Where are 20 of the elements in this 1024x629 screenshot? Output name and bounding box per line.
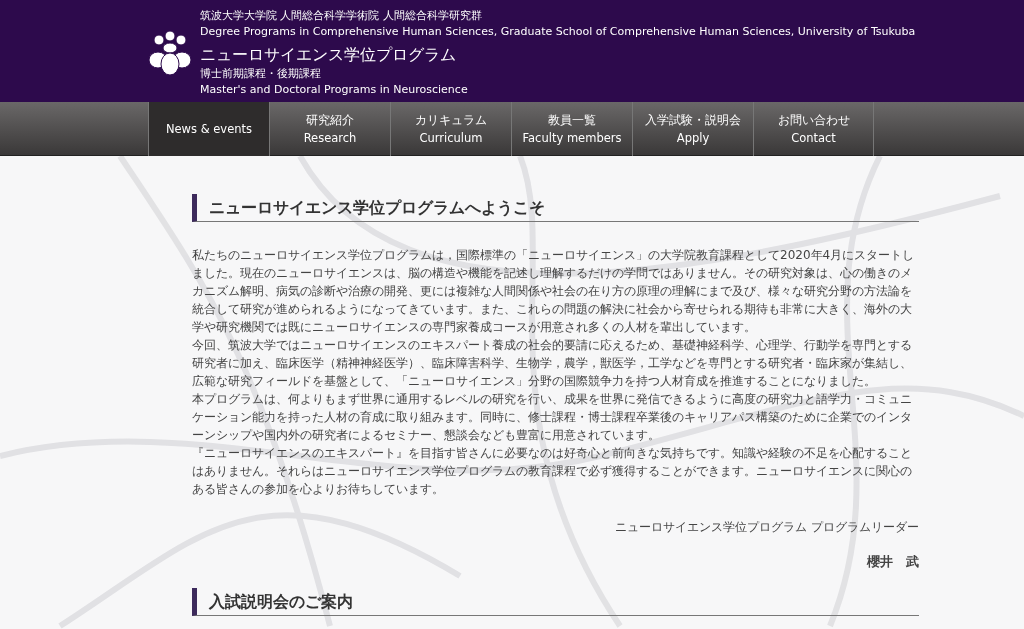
organization-name-english: Degree Programs in Comprehensive Human Sciences, Graduate School of Comprehensive Human Sciences, University of Tsukuba (200, 24, 916, 40)
site-subtitle: 博士前期課程・後期課程 (200, 66, 322, 82)
section-heading: 入試説明会のご案内 (192, 587, 919, 616)
site-subtitle-english: Master's and Doctoral Programs in Neuroscience (200, 82, 469, 98)
site-title: ニューロサイエンス学位プログラム (200, 44, 457, 66)
paragraph: 『ニューロサイエンスのエキスパート』を目指す皆さんに必要なのは好奇心と前向きな気持ちです。知識や経験の不足を心配することはありません。それらはニューロサイエンス学位プログラムの教育課程で必ず獲得することができます。ニューロサイエンスに関心のある皆さんの参加を心よりお待ちしています。 (192, 445, 913, 499)
crest-icon (148, 30, 192, 76)
nav-tab[interactable]: 研究紹介 Research (269, 102, 390, 156)
nav-tab[interactable]: お問い合わせ Contact (753, 102, 874, 156)
nav-tab[interactable]: カリキュラム Curriculum (390, 102, 511, 156)
nav-tab[interactable]: 入学試験・説明会 Apply (632, 102, 753, 156)
nav-tab[interactable]: News & events (148, 102, 269, 156)
paragraph: 今回、筑波大学ではニューロサイエンスのエキスパート養成の社会的要請に応えるため、基礎神経科学、心理学、行動学を専門とする研究者に加え、臨床医学（精神神経医学）、臨床障害科学、生物学，農学，獣医学，工学などを専門とする研究者・臨床家が集結し、広範な研究フィールドを基盤として、「ニューロサイエンス」分野の国際競争力を持つ人材育成を推進することになりました。 (192, 337, 913, 391)
signature-role: ニューロサイエンス学位プログラム プログラムリーダー (614, 519, 919, 537)
section-heading: ニューロサイエンス学位プログラムへようこそ (192, 194, 919, 223)
paragraph: 私たちのニューロサイエンス学位プログラムは，国際標準の「ニューロサイエンス」の大学院教育課程として2020年4月にスタートしました。現在のニューロサイエンスは、脳の構造や機能を記述し理解するだけの学問ではありません。その研究対象は、心の働きのメカニズム解明、病気の診断や治療の開発、更には複雑な人間関係や社会の在り方の原理の理解にまで及び、様々な研究分野の方法論を統合して研究が進められるようになってきています。また、これらの問題の解決に社会から寄せられる期待も非常に大きく、海外の大学や研究機関では既にニューロサイエンスの専門家養成コースが用意され多くの人材を輩出しています。 (192, 247, 916, 337)
organization-name: 筑波大学大学院 人間総合科学学術院 人間総合科学研究群 (200, 8, 483, 24)
signature-name: 櫻井 武 (865, 553, 919, 572)
paragraph: 本プログラムは、何よりもまず世界に通用するレベルの研究を行い、成果を世界に発信できるように高度の研究力と語学力・コミュニケーション能力を持った人材の育成に取り組みます。同時に、修士課程・博士課程卒業後のキャリアパス構築のために企業でのインターンシップや国内外の研究者によるセミナー、懇談会なども豊富に用意されています。 (192, 391, 913, 445)
nav-tab[interactable]: 教員一覧 Faculty members (511, 102, 632, 156)
